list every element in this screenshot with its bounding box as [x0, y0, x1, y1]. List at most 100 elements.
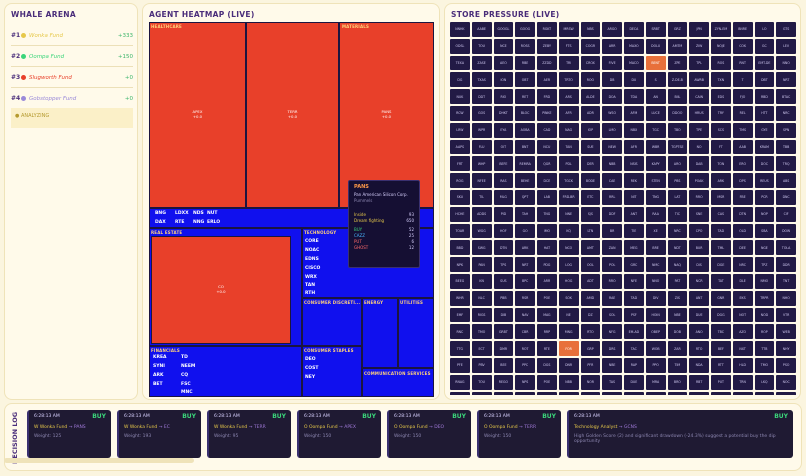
store-cell[interactable]: AMT	[580, 240, 601, 256]
store-cell[interactable]: NOC	[776, 374, 796, 390]
store-cell[interactable]: MAG	[537, 307, 557, 323]
store-cell[interactable]: SNE	[689, 206, 709, 222]
store-cell[interactable]: NBS	[580, 22, 601, 37]
store-cell[interactable]: TPE	[689, 122, 709, 138]
store-cell[interactable]: RHDE	[450, 391, 470, 395]
store-cell[interactable]: LRW	[450, 122, 470, 138]
store-cell[interactable]: SBA	[754, 223, 775, 239]
store-cell[interactable]: FRD-BR	[558, 189, 579, 205]
store-cell[interactable]: GRZ	[667, 22, 688, 37]
store-cell[interactable]: TIL	[471, 189, 492, 205]
store-cell[interactable]: POE	[537, 374, 557, 390]
store-cell[interactable]: PSF	[624, 307, 644, 323]
store-cell[interactable]: KN	[471, 273, 492, 289]
store-cell[interactable]: CAE	[602, 173, 622, 188]
store-cell[interactable]: KRAM	[754, 139, 775, 155]
store-cell[interactable]: ADT	[580, 273, 601, 289]
store-cell[interactable]: RET	[515, 89, 535, 104]
store-cell[interactable]: ANO	[689, 324, 709, 340]
store-cell[interactable]: TTG	[450, 341, 470, 356]
store-cell[interactable]: PPC	[515, 357, 535, 373]
store-cell[interactable]: FRT	[450, 156, 470, 172]
decision-card[interactable]: 6:28:13 AM BUY W Wonka Fund → PANS Weight: …	[27, 410, 111, 458]
store-cell[interactable]: ZAR	[667, 341, 688, 356]
store-cell[interactable]: RAE	[602, 290, 622, 306]
store-cell[interactable]: PBV	[471, 357, 492, 373]
store-cell[interactable]: ETC	[580, 189, 601, 205]
store-cell[interactable]: CAS	[711, 206, 731, 222]
store-cell[interactable]: TAC	[624, 341, 644, 356]
store-cell[interactable]: GTS	[776, 22, 796, 37]
decision-card[interactable]: 6:28:13 AM BUY W Wonka Fund → EC Weight: 19…	[117, 410, 201, 458]
store-cell[interactable]: HLD	[732, 357, 753, 373]
store-cell[interactable]: PCR	[754, 189, 775, 205]
store-cell[interactable]: BEF	[711, 341, 731, 356]
store-cell[interactable]: TXN	[711, 72, 731, 88]
store-cell[interactable]: AWRB	[689, 72, 709, 88]
store-cell[interactable]: TNT	[776, 273, 796, 289]
store-cell[interactable]: TRTO	[558, 72, 579, 88]
store-cell[interactable]: ZZDD	[537, 55, 557, 71]
store-cell[interactable]: ARR	[537, 273, 557, 289]
store-cell[interactable]: S	[645, 72, 666, 88]
store-cell[interactable]: EYA	[493, 122, 514, 138]
store-cell[interactable]: MAXO	[624, 38, 644, 54]
store-cell[interactable]: BPC	[515, 273, 535, 289]
store-cell[interactable]: TWE	[493, 391, 514, 395]
store-cell[interactable]: DTN	[493, 240, 514, 256]
store-cell[interactable]: DOC	[754, 156, 775, 172]
store-cell[interactable]: SJS	[580, 206, 601, 222]
store-cell[interactable]: COGR	[580, 38, 601, 54]
store-cell[interactable]: RNT	[732, 55, 753, 71]
store-cell[interactable]: BR	[602, 223, 622, 239]
store-cell[interactable]: LAT	[667, 189, 688, 205]
heatmap-cell-group[interactable]	[302, 298, 362, 346]
store-cell[interactable]: DIR	[667, 391, 688, 395]
store-cell[interactable]: NOD	[754, 307, 775, 323]
store-cell[interactable]: TXAS	[471, 72, 492, 88]
store-cell[interactable]: FRD	[537, 89, 557, 104]
store-cell[interactable]: NDT	[667, 240, 688, 256]
store-cell[interactable]: NRC	[732, 257, 753, 272]
store-cell[interactable]: TOLA	[776, 240, 796, 256]
store-cell[interactable]: BODE	[580, 173, 601, 188]
store-cell[interactable]: TRN	[732, 374, 753, 390]
store-cell[interactable]: POE	[537, 290, 557, 306]
store-cell[interactable]: SKU	[450, 189, 470, 205]
store-cell[interactable]: EM-AD	[624, 324, 644, 340]
store-cell[interactable]: TAD	[624, 290, 644, 306]
store-cell[interactable]: PBS	[667, 173, 688, 188]
store-cell[interactable]: NDA	[689, 357, 709, 373]
heatmap-cell-group[interactable]	[302, 346, 362, 397]
store-cell[interactable]: OIT	[493, 139, 514, 155]
store-cell[interactable]: NAV	[515, 307, 535, 323]
decision-card[interactable]: 6:28:13 AM BUY O Oompa Fund → APEX Weight: …	[297, 410, 381, 458]
store-cell[interactable]: RGKT	[537, 22, 557, 37]
store-cell[interactable]: PID	[493, 206, 514, 222]
store-cell[interactable]: LMO	[602, 122, 622, 138]
decision-log-scrollbar[interactable]	[4, 458, 194, 463]
heatmap-cell-group[interactable]	[398, 298, 434, 368]
store-cell[interactable]: NFEE	[471, 173, 492, 188]
store-cell[interactable]: NHY	[776, 341, 796, 356]
store-cell[interactable]: NCE	[493, 38, 514, 54]
store-cell[interactable]: ZIW	[689, 38, 709, 54]
store-cell[interactable]: TBO	[667, 122, 688, 138]
store-cell[interactable]: TRI	[558, 55, 579, 71]
store-cell[interactable]: BIIL	[667, 89, 688, 104]
store-cell[interactable]: RAS	[493, 173, 514, 188]
store-cell[interactable]: ANT	[689, 290, 709, 306]
store-cell[interactable]: GO	[515, 223, 535, 239]
store-cell[interactable]: ROG	[450, 173, 470, 188]
store-cell[interactable]: MEG	[624, 240, 644, 256]
store-cell[interactable]: TBB	[776, 139, 796, 155]
store-cell[interactable]: NBE	[602, 357, 622, 373]
store-cell[interactable]: STEN	[645, 173, 666, 188]
store-cell[interactable]: BUR	[689, 240, 709, 256]
arena-row[interactable]: #4 Gobstopper Fund +0	[11, 89, 133, 109]
store-cell[interactable]: GYE	[754, 122, 775, 138]
store-cell[interactable]: SUS	[493, 273, 514, 289]
store-cell[interactable]: RRO	[602, 273, 622, 289]
store-cell[interactable]: ARGO	[602, 22, 622, 37]
store-cell[interactable]: DU	[624, 72, 644, 88]
